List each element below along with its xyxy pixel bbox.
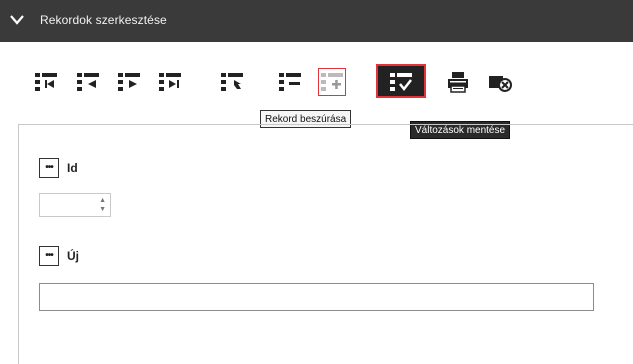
refresh-records-icon: [221, 73, 243, 91]
save-changes-button[interactable]: [376, 64, 426, 98]
insert-record-icon: [321, 73, 343, 91]
uj-text-input[interactable]: [39, 283, 594, 311]
chevron-down-icon[interactable]: [9, 13, 25, 27]
cancel-edit-button[interactable]: [488, 70, 512, 94]
first-record-icon: [35, 73, 57, 91]
panel-header[interactable]: Rekordok szerkesztése: [0, 0, 633, 42]
field-label-uj: Új: [67, 249, 79, 263]
refresh-records-button[interactable]: [220, 70, 244, 94]
panel-title: Rekordok szerkesztése: [40, 13, 167, 27]
previous-record-button[interactable]: [76, 70, 100, 94]
print-icon: [448, 72, 468, 93]
next-record-button[interactable]: [117, 70, 141, 94]
next-record-icon: [118, 73, 140, 91]
insert-record-button[interactable]: [318, 68, 346, 96]
first-record-button[interactable]: [34, 70, 58, 94]
field-menu-icon[interactable]: •••: [39, 158, 59, 178]
form-panel: [18, 124, 633, 364]
field-label-id: Id: [67, 161, 78, 175]
print-button[interactable]: [446, 70, 470, 94]
delete-record-icon: [279, 73, 301, 91]
id-spinner-input[interactable]: ▲ ▼: [39, 193, 111, 217]
save-changes-icon: [390, 73, 412, 92]
field-menu-icon[interactable]: •••: [39, 246, 59, 266]
previous-record-icon: [77, 73, 99, 91]
cancel-edit-icon: [489, 76, 512, 92]
delete-record-button[interactable]: [278, 70, 302, 94]
last-record-button[interactable]: [158, 70, 182, 94]
last-record-icon: [159, 73, 181, 91]
spinner-arrows-icon[interactable]: ▲ ▼: [99, 196, 106, 214]
